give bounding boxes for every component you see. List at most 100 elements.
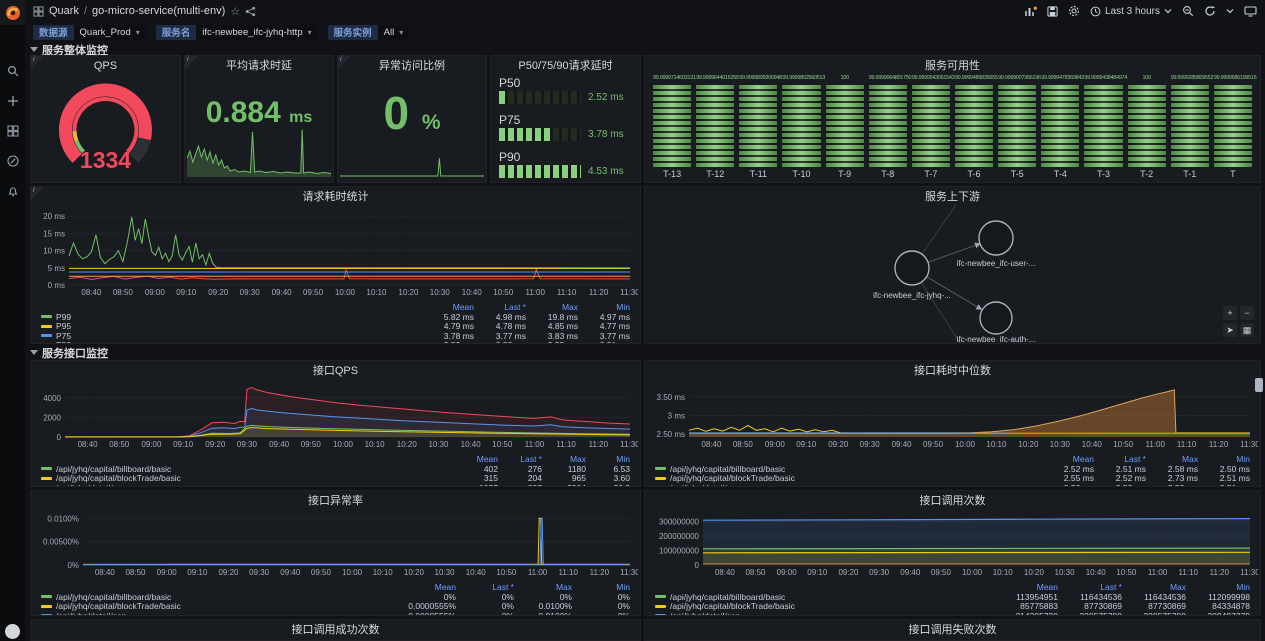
legend-column-header[interactable]: Mean (422, 302, 474, 312)
legend-series-label[interactable]: /api/jyhq/detail/cap (655, 611, 994, 616)
legend-column-header[interactable]: Max (514, 582, 572, 592)
availability-column: 99.9999899306948 T-11 (739, 75, 777, 179)
save-dashboard-icon[interactable] (1047, 6, 1058, 17)
panel-title-availability[interactable]: 服务可用性 (645, 58, 1260, 74)
legend-column-header[interactable]: Last * (1058, 582, 1122, 592)
panel-title-avg-latency[interactable]: 平均请求时延 (185, 58, 333, 74)
availability-column: 99.9999007366196 T-5 (998, 75, 1036, 179)
scrollbar-thumb[interactable] (1255, 378, 1263, 392)
legend-series-label[interactable]: /api/jyhq/capital/blockTrade/basic (41, 601, 398, 611)
dashboards-icon[interactable] (5, 123, 21, 139)
legend-column-header[interactable]: Min (1186, 582, 1250, 592)
panel-title-interface-median[interactable]: 接口耗时中位数 (645, 363, 1260, 379)
grafana-logo-icon[interactable] (0, 0, 25, 25)
panel-title-interface-error[interactable]: 接口异常率 (31, 493, 640, 509)
panel-info-corner-icon[interactable]: i (338, 56, 351, 69)
legend-column-header[interactable]: Min (1198, 454, 1250, 464)
explore-compass-icon[interactable] (5, 153, 21, 169)
refresh-interval-chevron-icon[interactable] (1226, 8, 1234, 14)
availability-label: T-4 (1041, 169, 1079, 179)
panel-title-percentiles[interactable]: P50/75/90请求延时 (491, 58, 640, 74)
panel-info-corner-icon[interactable]: i (31, 56, 44, 69)
panel-title-interface-qps[interactable]: 接口QPS (31, 363, 640, 379)
x-axis-tick: 10:40 (1082, 440, 1103, 449)
zoom-out-time-icon[interactable] (1182, 5, 1194, 17)
variable-value-dropdown[interactable]: All▾ (378, 25, 410, 40)
legend-column-header[interactable]: Mean (994, 582, 1058, 592)
legend-column-header[interactable]: Min (586, 454, 630, 464)
panel-title-error-ratio[interactable]: 异常访问比例 (338, 58, 486, 74)
legend-column-header[interactable]: Max (1122, 582, 1186, 592)
legend-column-header[interactable]: Min (572, 582, 630, 592)
star-icon[interactable]: ☆ (230, 5, 240, 18)
panel-title-qps[interactable]: QPS (31, 58, 180, 74)
panel-info-corner-icon[interactable]: i (31, 187, 44, 200)
legend-series-label[interactable]: P99 (41, 312, 422, 322)
breadcrumb-folder[interactable]: Quark (49, 5, 79, 17)
legend-column-header[interactable]: Last * (456, 582, 514, 592)
layout-grid-icon[interactable]: ▦ (1240, 323, 1254, 337)
panel-title-interface-calls[interactable]: 接口调用次数 (645, 493, 1260, 509)
interface-qps-chart[interactable]: 08:4008:5009:0009:1009:2009:3009:4009:50… (35, 379, 638, 449)
variable-value-dropdown[interactable]: Quark_Prod▾ (74, 25, 146, 40)
dashboard-settings-gear-icon[interactable] (1068, 5, 1080, 17)
kiosk-tv-icon[interactable] (1244, 6, 1257, 17)
panel-title-latency-stats[interactable]: 请求耗时统计 (31, 189, 640, 205)
panel-title-topology[interactable]: 服务上下游 (645, 189, 1260, 205)
legend-series-label[interactable]: /api/jyhq/capital/billboard/basic (655, 592, 994, 602)
x-axis-tick: 10:10 (365, 440, 386, 449)
zoom-out-icon[interactable]: − (1240, 306, 1254, 320)
legend-series-label[interactable]: /api/jyhq/capital/billboard/basic (41, 592, 398, 602)
legend-column-header[interactable]: Max (542, 454, 586, 464)
legend-series-label[interactable]: /api/jyhq/detail/cap (41, 483, 454, 487)
x-axis-tick: 10:00 (962, 568, 983, 577)
availability-label: T-5 (998, 169, 1036, 179)
legend-series-label[interactable]: /api/jyhq/capital/blockTrade/basic (41, 473, 454, 483)
legend-series-label[interactable]: /api/jyhq/capital/billboard/basic (655, 464, 1042, 474)
legend-series-label[interactable]: P75 (41, 331, 422, 341)
latency-stats-chart[interactable]: 08:4008:5009:0009:1009:2009:3009:4009:50… (35, 205, 638, 297)
legend-series-label[interactable]: /api/jyhq/detail/cap (41, 611, 398, 616)
zoom-in-icon[interactable]: + (1223, 306, 1237, 320)
panel-title-interface-fail[interactable]: 接口调用失败次数 (645, 622, 1260, 638)
legend-column-header[interactable]: Min (578, 302, 630, 312)
row-header-overview[interactable]: 服务整体监控 (30, 44, 108, 55)
add-panel-icon[interactable] (1024, 6, 1037, 17)
legend-series-label[interactable]: /api/jyhq/capital/blockTrade/basic (655, 601, 994, 611)
legend-series-label[interactable]: P95 (41, 321, 422, 331)
legend-column-header[interactable]: Last * (498, 454, 542, 464)
legend-column-header[interactable]: Max (526, 302, 578, 312)
legend-series-label[interactable]: /api/jyhq/capital/blockTrade/basic (655, 473, 1042, 483)
topology-node-user[interactable] (979, 221, 1013, 255)
alerting-bell-icon[interactable] (5, 183, 21, 199)
legend-column-header[interactable]: Last * (1094, 454, 1146, 464)
breadcrumb-dashboard-title[interactable]: go-micro-service(multi-env) (92, 5, 225, 17)
legend-series-label[interactable]: P50 (41, 340, 422, 343)
time-range-picker[interactable]: Last 3 hours (1090, 6, 1172, 17)
share-icon[interactable] (245, 6, 256, 17)
pan-icon[interactable]: ➤ (1223, 323, 1237, 337)
legend-column-header[interactable]: Mean (398, 582, 456, 592)
service-topology-graph[interactable]: ifc-newbee_ifc-jyhq-... ifc-newbee_ifc-u… (648, 205, 1257, 343)
legend-value: 0% (456, 611, 514, 616)
legend-column-header[interactable]: Mean (1042, 454, 1094, 464)
variable-value-dropdown[interactable]: ifc-newbee_ifc-jyhq-http▾ (196, 25, 317, 40)
interface-calls-chart[interactable]: 08:4008:5009:0009:1009:2009:3009:4009:50… (649, 509, 1258, 577)
topology-node-auth[interactable] (980, 302, 1012, 334)
row-header-interface[interactable]: 服务接口监控 (30, 347, 108, 358)
create-plus-icon[interactable] (5, 93, 21, 109)
legend-column-header[interactable]: Last * (474, 302, 526, 312)
panel-title-interface-success[interactable]: 接口调用成功次数 (31, 622, 640, 638)
panel-info-corner-icon[interactable]: i (185, 56, 198, 69)
legend-column-header[interactable]: Max (1146, 454, 1198, 464)
search-icon[interactable] (5, 63, 21, 79)
interface-error-chart[interactable]: 08:4008:5009:0009:1009:2009:3009:4009:50… (35, 509, 638, 577)
legend-column-header[interactable]: Mean (454, 454, 498, 464)
refresh-icon[interactable] (1204, 5, 1216, 17)
interface-median-chart[interactable]: 08:4008:5009:0009:1009:2009:3009:4009:50… (649, 379, 1258, 449)
user-avatar[interactable] (5, 624, 20, 639)
legend-value: 4.97 ms (578, 312, 630, 322)
legend-series-label[interactable]: /api/jyhq/detail/cap (655, 483, 1042, 487)
legend-series-label[interactable]: /api/jyhq/capital/billboard/basic (41, 464, 454, 474)
topology-node-main[interactable] (895, 251, 929, 285)
